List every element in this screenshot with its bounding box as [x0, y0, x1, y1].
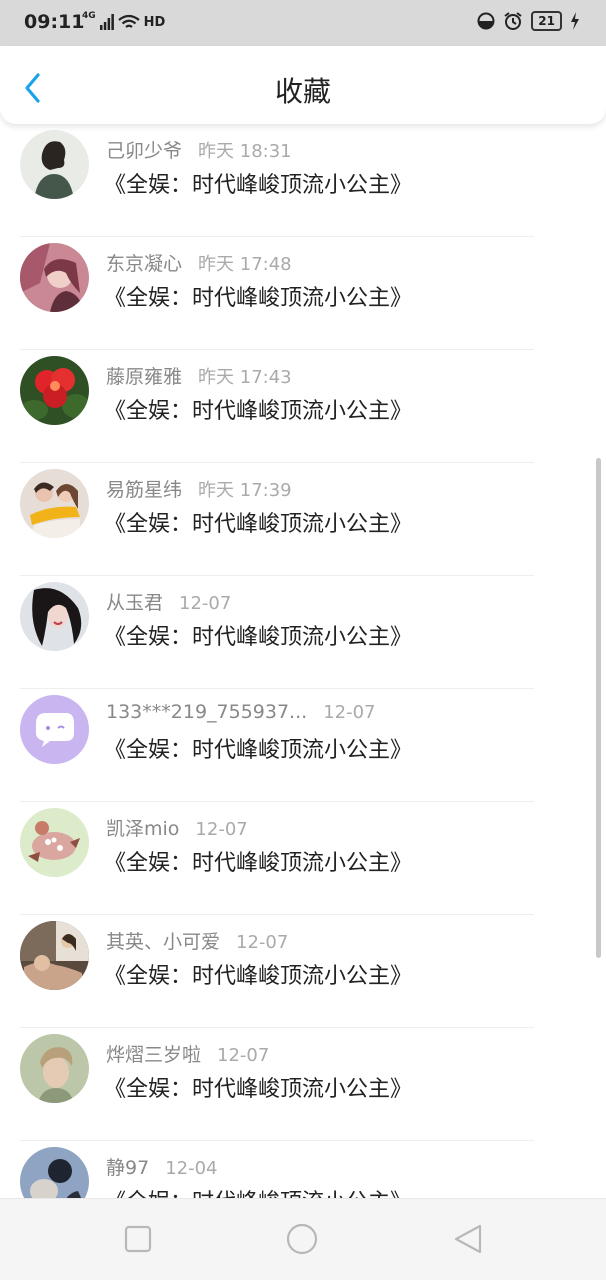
- network-status: 4G HD: [82, 10, 166, 30]
- avatar: [20, 808, 89, 877]
- square-icon: [124, 1225, 152, 1253]
- user-name: 易筋星纬: [106, 479, 183, 501]
- user-name: 凯泽mio: [106, 818, 180, 840]
- book-title: 《全娱：时代峰峻顶流小公主》: [104, 399, 413, 424]
- user-name: 藤原雍雅: [106, 366, 183, 388]
- book-title: 《全娱：时代峰峻顶流小公主》: [104, 964, 413, 989]
- circle-icon: [286, 1223, 318, 1255]
- recent-apps-button[interactable]: [122, 1223, 154, 1255]
- scrollbar[interactable]: [596, 458, 601, 958]
- list-item[interactable]: 其英、小可爱 12-07 《全娱：时代峰峻顶流小公主》: [0, 915, 606, 1028]
- book-title: 《全娱：时代峰峻顶流小公主》: [104, 1077, 413, 1102]
- list-item[interactable]: 东京凝心 昨天 17:48 《全娱：时代峰峻顶流小公主》: [0, 237, 606, 350]
- item-meta: 133***219_755937... 12-07: [106, 701, 376, 723]
- data-saver-icon: [477, 12, 495, 30]
- signal-icon: [99, 14, 114, 30]
- item-meta: 己卯少爷 昨天 18:31: [106, 136, 292, 163]
- book-title: 《全娱：时代峰峻顶流小公主》: [104, 738, 413, 763]
- nav-back-button[interactable]: [452, 1223, 484, 1255]
- favorites-list[interactable]: 己卯少爷 昨天 18:31 《全娱：时代峰峻顶流小公主》 东京凝心 昨天 17:48…: [0, 124, 606, 1198]
- list-item[interactable]: 己卯少爷 昨天 18:31 《全娱：时代峰峻顶流小公主》: [0, 124, 606, 237]
- status-bar: 09:11 4G HD 21: [0, 0, 606, 46]
- book-title: 《全娱：时代峰峻顶流小公主》: [104, 173, 413, 198]
- book-title: 《全娱：时代峰峻顶流小公主》: [104, 1184, 412, 1198]
- wifi-icon: [117, 14, 140, 28]
- item-time: 12-07: [236, 932, 289, 953]
- user-name: 从玉君: [106, 592, 164, 614]
- list-item[interactable]: 从玉君 12-07 《全娱：时代峰峻顶流小公主》: [0, 576, 606, 689]
- item-time: 昨天 18:31: [198, 141, 292, 162]
- avatar: [20, 243, 89, 312]
- list-item[interactable]: 凯泽mio 12-07 《全娱：时代峰峻顶流小公主》: [0, 802, 606, 915]
- avatar: [20, 582, 89, 651]
- user-name: 己卯少爷: [106, 140, 183, 162]
- status-right: 21: [477, 11, 580, 31]
- list-item[interactable]: 易筋星纬 昨天 17:39 《全娱：时代峰峻顶流小公主》: [0, 463, 606, 576]
- item-meta: 其英、小可爱 12-07: [106, 927, 288, 954]
- item-meta: 静97 12-04: [106, 1153, 218, 1180]
- network-type: 4G: [82, 10, 96, 21]
- user-name: 静97: [106, 1157, 150, 1179]
- user-name: 其英、小可爱: [106, 931, 221, 953]
- status-time: 09:11: [24, 11, 85, 33]
- item-time: 12-07: [195, 819, 248, 840]
- user-name: 东京凝心: [106, 253, 183, 275]
- default-avatar-icon: [20, 695, 89, 764]
- charging-icon: [571, 12, 579, 30]
- avatar: [20, 1034, 89, 1103]
- item-meta: 烨熠三岁啦 12-07: [106, 1040, 269, 1067]
- item-time: 昨天 17:48: [198, 254, 292, 275]
- list-item[interactable]: 静97 12-04 《全娱：时代峰峻顶流小公主》: [0, 1141, 606, 1198]
- book-title: 《全娱：时代峰峻顶流小公主》: [104, 512, 413, 537]
- book-title: 《全娱：时代峰峻顶流小公主》: [104, 625, 413, 650]
- item-time: 12-07: [179, 593, 232, 614]
- item-time: 12-07: [217, 1045, 270, 1066]
- user-name: 133***219_755937...: [106, 701, 308, 723]
- item-time: 12-04: [165, 1158, 218, 1179]
- alarm-icon: [504, 12, 522, 30]
- avatar: [20, 130, 89, 199]
- battery-level: 21: [531, 11, 562, 31]
- user-name: 烨熠三岁啦: [106, 1044, 202, 1066]
- item-meta: 凯泽mio 12-07: [106, 814, 248, 841]
- item-meta: 从玉君 12-07: [106, 588, 231, 615]
- navigation-bar: [0, 1198, 606, 1280]
- avatar: [20, 1147, 89, 1198]
- item-meta: 东京凝心 昨天 17:48: [106, 249, 292, 276]
- list-item[interactable]: 133***219_755937... 12-07 《全娱：时代峰峻顶流小公主》: [0, 689, 606, 802]
- app-header: 收藏: [0, 46, 606, 124]
- item-time: 昨天 17:43: [198, 367, 292, 388]
- item-meta: 藤原雍雅 昨天 17:43: [106, 362, 292, 389]
- item-time: 12-07: [323, 702, 376, 723]
- book-title: 《全娱：时代峰峻顶流小公主》: [104, 851, 413, 876]
- book-title: 《全娱：时代峰峻顶流小公主》: [104, 286, 413, 311]
- avatar: [20, 356, 89, 425]
- item-meta: 易筋星纬 昨天 17:39: [106, 475, 292, 502]
- home-button[interactable]: [286, 1223, 318, 1255]
- list-item[interactable]: 藤原雍雅 昨天 17:43 《全娱：时代峰峻顶流小公主》: [0, 350, 606, 463]
- hd-indicator: HD: [143, 14, 166, 30]
- avatar: [20, 469, 89, 538]
- page-title: 收藏: [274, 75, 331, 108]
- list-item[interactable]: 烨熠三岁啦 12-07 《全娱：时代峰峻顶流小公主》: [0, 1028, 606, 1141]
- item-time: 昨天 17:39: [198, 480, 292, 501]
- avatar: [20, 921, 89, 990]
- triangle-left-icon: [454, 1224, 482, 1254]
